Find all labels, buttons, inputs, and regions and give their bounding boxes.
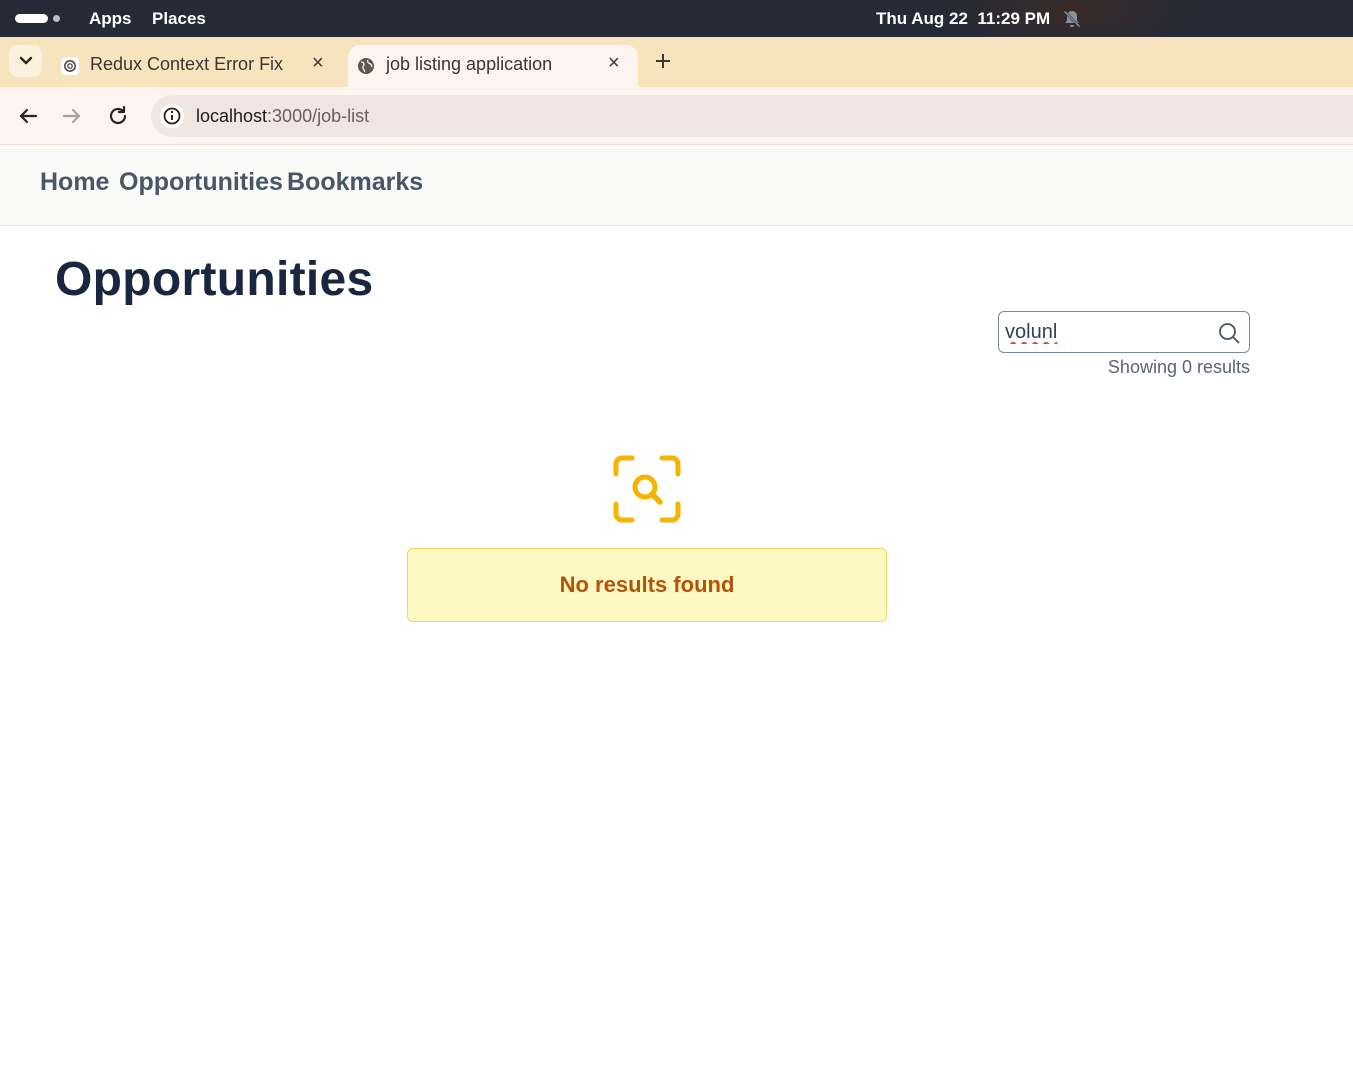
clock[interactable]: Thu Aug 22 11:29 PM: [876, 9, 1050, 29]
back-arrow-icon[interactable]: [16, 104, 40, 128]
nav-link-opportunities[interactable]: Opportunities: [119, 168, 283, 197]
forward-arrow-icon[interactable]: [60, 104, 84, 128]
tab-redux-context-error-fix[interactable]: Redux Context Error Fix ×: [52, 45, 342, 87]
close-icon[interactable]: ×: [608, 53, 624, 73]
workspace-dot: [53, 15, 60, 22]
activities-indicator[interactable]: [15, 14, 60, 23]
tab-title: job listing application: [386, 54, 553, 74]
results-count: Showing 0 results: [1107, 357, 1250, 377]
url-text[interactable]: localhost:3000/job-list: [196, 106, 369, 127]
tab-search-button[interactable]: [9, 45, 42, 77]
scan-search-icon: [613, 455, 681, 523]
bell-muted-icon[interactable]: [1062, 9, 1082, 29]
empty-state-alert: No results found: [407, 548, 887, 622]
address-bar[interactable]: localhost:3000/job-list: [151, 95, 1353, 137]
browser-toolbar: localhost:3000/job-list: [0, 87, 1353, 145]
system-top-bar: Apps Places Thu Aug 22 11:29 PM: [0, 0, 1353, 50]
globe-icon: [358, 58, 374, 74]
new-tab-button[interactable]: [652, 51, 674, 73]
info-icon: [163, 107, 181, 125]
apps-menu[interactable]: Apps: [89, 9, 132, 29]
tab-title: Redux Context Error Fix: [90, 54, 284, 74]
reload-icon[interactable]: [106, 104, 130, 128]
nav-link-home[interactable]: Home: [40, 168, 109, 197]
empty-state-message: No results found: [559, 572, 735, 597]
workspace-active-pill: [15, 14, 48, 23]
close-icon[interactable]: ×: [312, 53, 328, 73]
search-icon[interactable]: [1217, 321, 1241, 345]
chevron-down-icon: [19, 56, 32, 65]
browser-tab-strip: Redux Context Error Fix × job listing ap…: [0, 37, 1353, 87]
plus-icon: [656, 54, 670, 68]
search-field[interactable]: [998, 311, 1250, 353]
openai-logo-icon: [61, 57, 79, 75]
places-menu[interactable]: Places: [152, 9, 206, 29]
tab-job-listing-application[interactable]: job listing application ×: [348, 45, 638, 87]
nav-link-bookmarks[interactable]: Bookmarks: [287, 168, 423, 197]
page-title: Opportunities: [55, 253, 374, 306]
url-host: localhost: [196, 106, 268, 126]
search-input[interactable]: [1005, 318, 1205, 346]
site-info-button[interactable]: [160, 104, 184, 128]
app-navbar: Home Opportunities Bookmarks: [0, 146, 1353, 226]
url-path: :3000/job-list: [267, 106, 370, 126]
